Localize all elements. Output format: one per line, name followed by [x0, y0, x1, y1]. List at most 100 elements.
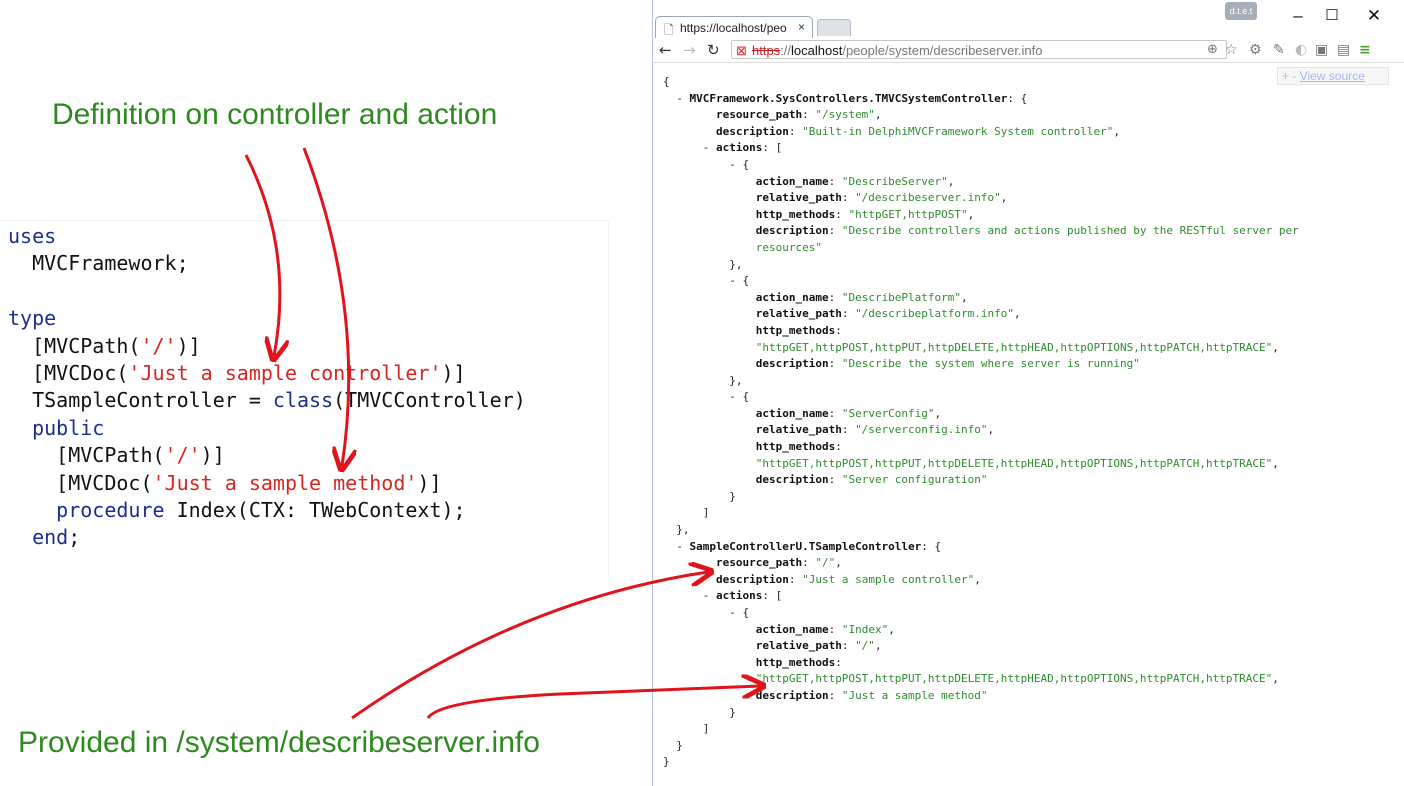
json-toggle[interactable]: -	[703, 141, 716, 154]
code-attr-close: )]	[200, 443, 225, 468]
json-viewer: { - MVCFramework.SysControllers.TMVCSyst…	[663, 75, 1299, 769]
json-key: action_name	[755, 174, 829, 188]
json-value: "httpGET,httpPOST"	[848, 207, 968, 221]
code-panel: uses MVCFramework; type [MVCPath('/')] […	[0, 220, 609, 583]
json-value: "/serverconfig.info"	[855, 423, 988, 437]
browser-window: 🗋 https://localhost/peo × d.t.e.t – ☐ ✕ …	[652, 0, 1404, 786]
page-content: + - View source { - MVCFramework.SysCont…	[653, 63, 1404, 786]
browser-tab[interactable]: 🗋 https://localhost/peo ×	[655, 16, 813, 38]
json-key: http_methods	[755, 323, 836, 337]
json-key: relative_path	[755, 423, 842, 437]
view-source-link[interactable]: View source	[1300, 69, 1365, 83]
json-toggle[interactable]: -	[729, 390, 742, 403]
back-arrow-icon[interactable]: ←	[659, 39, 672, 61]
browser-toolbar: ← → ↻ ⊠ https://localhost/people/system/…	[653, 38, 1404, 63]
kw-end: end	[32, 525, 69, 550]
json-value: "/"	[815, 556, 836, 570]
code-str-method-doc: 'Just a sample method'	[152, 470, 418, 495]
hamburger-menu-icon[interactable]: ≡	[1359, 39, 1371, 61]
profile-badge[interactable]: d.t.e.t	[1225, 2, 1257, 20]
json-key: action_name	[755, 406, 829, 420]
json-value: "/system"	[815, 108, 875, 122]
code-end-semicolon: ;	[68, 525, 81, 550]
annotation-bottom: Provided in /system/describeserver.info	[18, 726, 540, 759]
tab-title: https://localhost/peo	[680, 21, 787, 35]
code-attr-doc-open: [MVCDoc(	[32, 361, 129, 386]
json-key: MVCFramework.SysControllers.TMVCSystemCo…	[689, 91, 1008, 105]
json-key: action_name	[755, 290, 829, 304]
json-key: description	[755, 224, 829, 238]
extension-icon-4[interactable]: ▣	[1315, 39, 1328, 61]
json-brace: {	[934, 539, 942, 553]
forward-arrow-icon[interactable]: →	[683, 39, 696, 61]
reload-icon[interactable]: ↻	[707, 39, 720, 61]
json-value: "ServerConfig"	[841, 406, 935, 420]
insecure-lock-icon[interactable]: ⊠	[736, 41, 747, 60]
json-brace: {	[742, 157, 750, 171]
extension-icon-5[interactable]: ▤	[1337, 39, 1350, 61]
json-value: "Just a sample controller"	[802, 572, 975, 586]
kw-class: class	[272, 388, 334, 413]
close-window-button[interactable]: ✕	[1359, 4, 1389, 28]
title-bar: 🗋 https://localhost/peo × d.t.e.t – ☐ ✕	[653, 0, 1404, 38]
json-toggle[interactable]: -	[729, 606, 742, 619]
json-brace: }	[729, 705, 736, 719]
json-value: "httpGET,httpPOST,httpPUT,httpDELETE,htt…	[755, 340, 1273, 354]
json-toggle[interactable]: -	[729, 158, 742, 171]
json-key: SampleControllerU.TSampleController	[689, 539, 922, 553]
code-attr-path-open: [MVCPath(	[32, 333, 141, 358]
json-key: description	[755, 357, 829, 371]
json-brace: {	[1020, 91, 1028, 105]
code-str-root: '/'	[140, 333, 177, 358]
code-attr-doc-open: [MVCDoc(	[56, 470, 153, 495]
json-bracket: [	[775, 141, 783, 155]
json-value: "Just a sample method"	[841, 688, 988, 702]
json-value: "Server configuration"	[841, 473, 988, 487]
zoom-icon[interactable]: ⊕	[1207, 39, 1218, 61]
minimize-button[interactable]: –	[1283, 4, 1313, 28]
json-brace: },	[676, 523, 690, 537]
json-brace: },	[729, 373, 743, 387]
json-value: "DescribePlatform"	[841, 290, 962, 304]
url-scheme: https	[752, 43, 781, 58]
code-attr-close: )]	[417, 470, 442, 495]
url-path: /people/system/describeserver.info	[842, 43, 1043, 58]
json-toggle[interactable]: -	[729, 274, 742, 287]
json-key: relative_path	[755, 191, 842, 205]
code-attr-close: )]	[441, 361, 466, 386]
json-brace: {	[742, 606, 750, 619]
json-value: resources"	[755, 240, 822, 254]
json-toggle[interactable]: -	[676, 92, 689, 105]
star-icon[interactable]: ☆	[1225, 39, 1238, 61]
kw-type: type	[8, 306, 57, 331]
json-toggle[interactable]: -	[703, 589, 716, 602]
json-toggle[interactable]: -	[676, 540, 689, 553]
json-key: http_methods	[755, 440, 836, 454]
json-value: "/describeserver.info"	[855, 191, 1001, 205]
code-attr-path-open: [MVCPath(	[56, 443, 165, 468]
json-brace: }	[663, 755, 670, 769]
json-value: "httpGET,httpPOST,httpPUT,httpDELETE,htt…	[755, 672, 1273, 686]
extension-icon-3[interactable]: ◐	[1295, 39, 1307, 61]
code-attr-close: )]	[176, 333, 201, 358]
json-value: "httpGET,httpPOST,httpPUT,httpDELETE,htt…	[755, 456, 1273, 470]
kw-procedure: procedure	[56, 498, 165, 523]
json-value: "/"	[855, 639, 875, 653]
code-class-decl-post: (TMVCController)	[333, 388, 526, 413]
url-host: localhost	[791, 43, 843, 58]
address-bar[interactable]: ⊠ https://localhost/people/system/descri…	[731, 40, 1227, 59]
json-key: description	[755, 473, 829, 487]
json-key: relative_path	[755, 639, 842, 653]
json-key: description	[715, 572, 789, 586]
json-brace: {	[663, 75, 670, 88]
code-method-sig: Index(CTX: TWebContext);	[164, 498, 466, 523]
extension-icon-2[interactable]: ✎	[1273, 39, 1285, 61]
new-tab-button[interactable]	[817, 19, 851, 36]
json-brace: {	[742, 390, 750, 404]
tab-close-button[interactable]: ×	[798, 20, 805, 34]
json-brace: {	[742, 274, 750, 288]
url-sep: ://	[780, 43, 792, 58]
json-key: http_methods	[755, 207, 836, 221]
maximize-button[interactable]: ☐	[1317, 4, 1347, 28]
extension-icon-1[interactable]: ⚙	[1249, 39, 1262, 61]
